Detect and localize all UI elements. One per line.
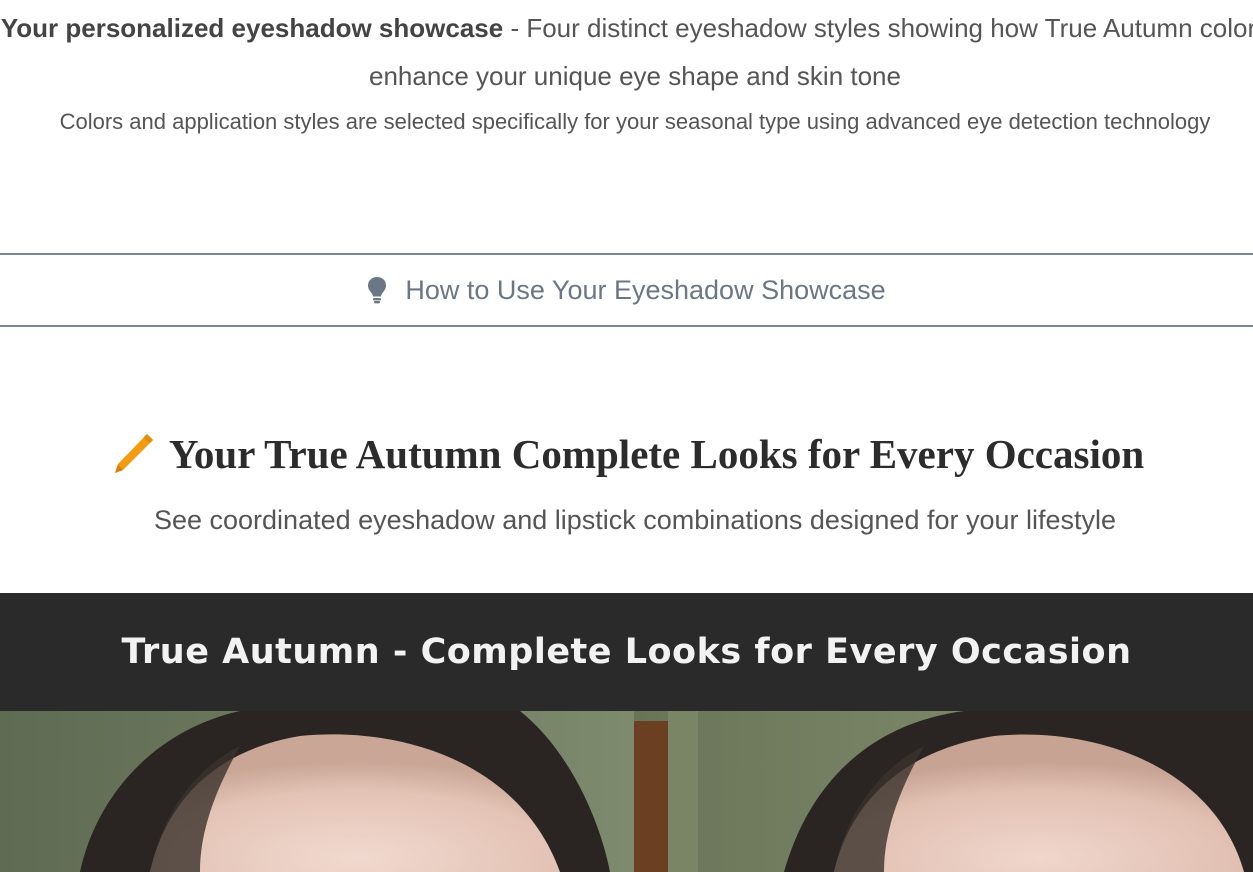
showcase-intro-highlight: Your personalized eyeshadow showcase — [0, 13, 504, 43]
complete-looks-subtitle: See coordinated eyeshadow and lipstick c… — [153, 505, 1117, 535]
showcase-intro: Your personalized eyeshadow showcase - F… — [0, 4, 1253, 100]
looks-banner-title: True Autumn - Complete Looks for Every O… — [121, 632, 1132, 672]
looks-photo-grid — [0, 711, 1253, 872]
how-to-use-label: How to Use Your Eyeshadow Showcase — [405, 274, 886, 305]
pencil-icon — [109, 430, 157, 478]
showcase-intro-note: Colors and application styles are select… — [59, 109, 1211, 134]
looks-banner: True Autumn - Complete Looks for Every O… — [0, 593, 1253, 711]
complete-looks-header: Your True Autumn Complete Looks for Ever… — [0, 430, 1253, 478]
lightbulb-icon — [367, 276, 387, 304]
how-to-use-toggle[interactable]: How to Use Your Eyeshadow Showcase — [0, 253, 1253, 327]
look-photo-left — [0, 711, 634, 872]
complete-looks-title: Your True Autumn Complete Looks for Ever… — [168, 431, 1145, 477]
look-photo-right — [634, 711, 1253, 872]
